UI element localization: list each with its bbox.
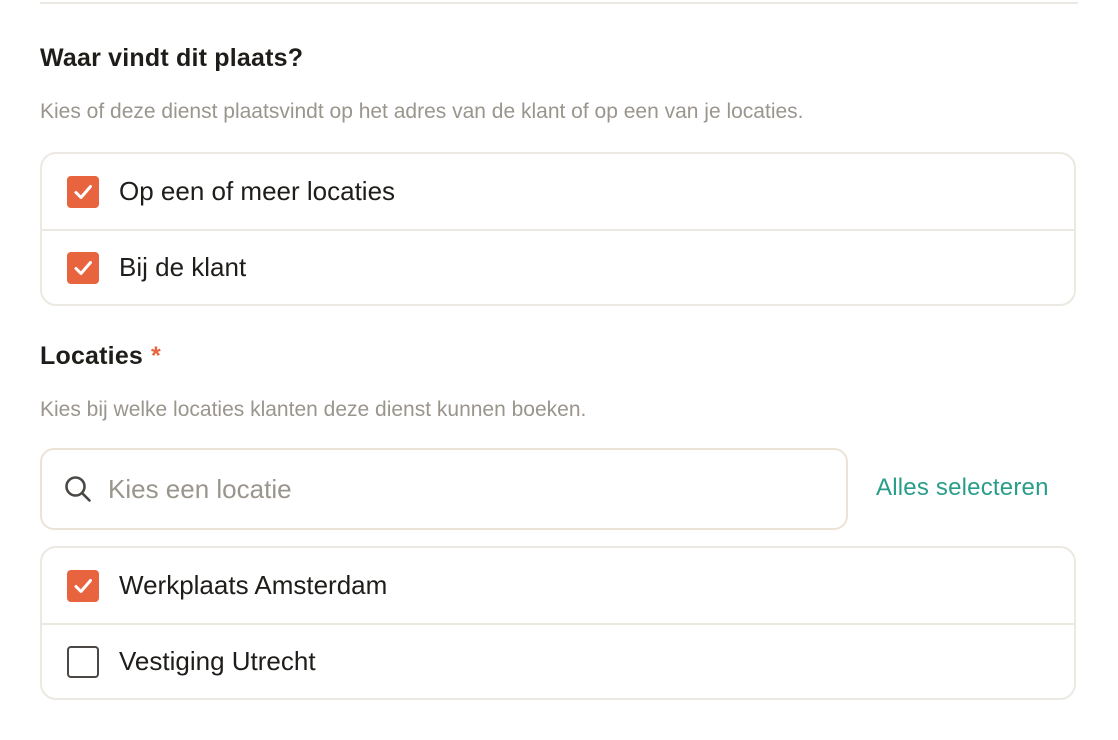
location-search-input[interactable] [106, 472, 790, 506]
checkbox-on-locations[interactable] [67, 175, 99, 208]
checkbox-utrecht[interactable] [67, 645, 99, 678]
required-marker: * [151, 342, 161, 370]
checkmark-icon [74, 260, 92, 275]
checkbox-at-customer[interactable] [67, 251, 99, 284]
option-label: Op een of meer locaties [119, 176, 396, 206]
locations-title-text: Locaties [40, 342, 144, 370]
where-options-list: Op een of meer locaties Bij de klant [40, 152, 1076, 306]
where-section-title: Waar vindt dit plaats? [40, 44, 304, 72]
location-search-box[interactable] [40, 448, 848, 530]
checkmark-icon [74, 184, 92, 199]
top-divider [40, 2, 1078, 4]
location-label: Vestiging Utrecht [119, 646, 316, 676]
location-item-utrecht[interactable]: Vestiging Utrecht [42, 623, 1074, 698]
option-on-locations[interactable]: Op een of meer locaties [42, 154, 1074, 229]
select-all-link[interactable]: Alles selecteren [876, 474, 1049, 502]
locations-section-description: Kies bij welke locaties klanten deze die… [40, 398, 587, 421]
locations-list: Werkplaats Amsterdam Vestiging Utrecht [40, 546, 1076, 700]
checkmark-icon [74, 578, 92, 593]
location-item-amsterdam[interactable]: Werkplaats Amsterdam [42, 548, 1074, 623]
where-section-description: Kies of deze dienst plaatsvindt op het a… [40, 100, 804, 123]
option-label: Bij de klant [119, 252, 247, 282]
locations-section-title: Locaties * [40, 342, 161, 371]
search-icon [62, 473, 94, 505]
option-at-customer[interactable]: Bij de klant [42, 229, 1074, 304]
checkbox-amsterdam[interactable] [67, 569, 99, 602]
location-label: Werkplaats Amsterdam [119, 570, 388, 600]
